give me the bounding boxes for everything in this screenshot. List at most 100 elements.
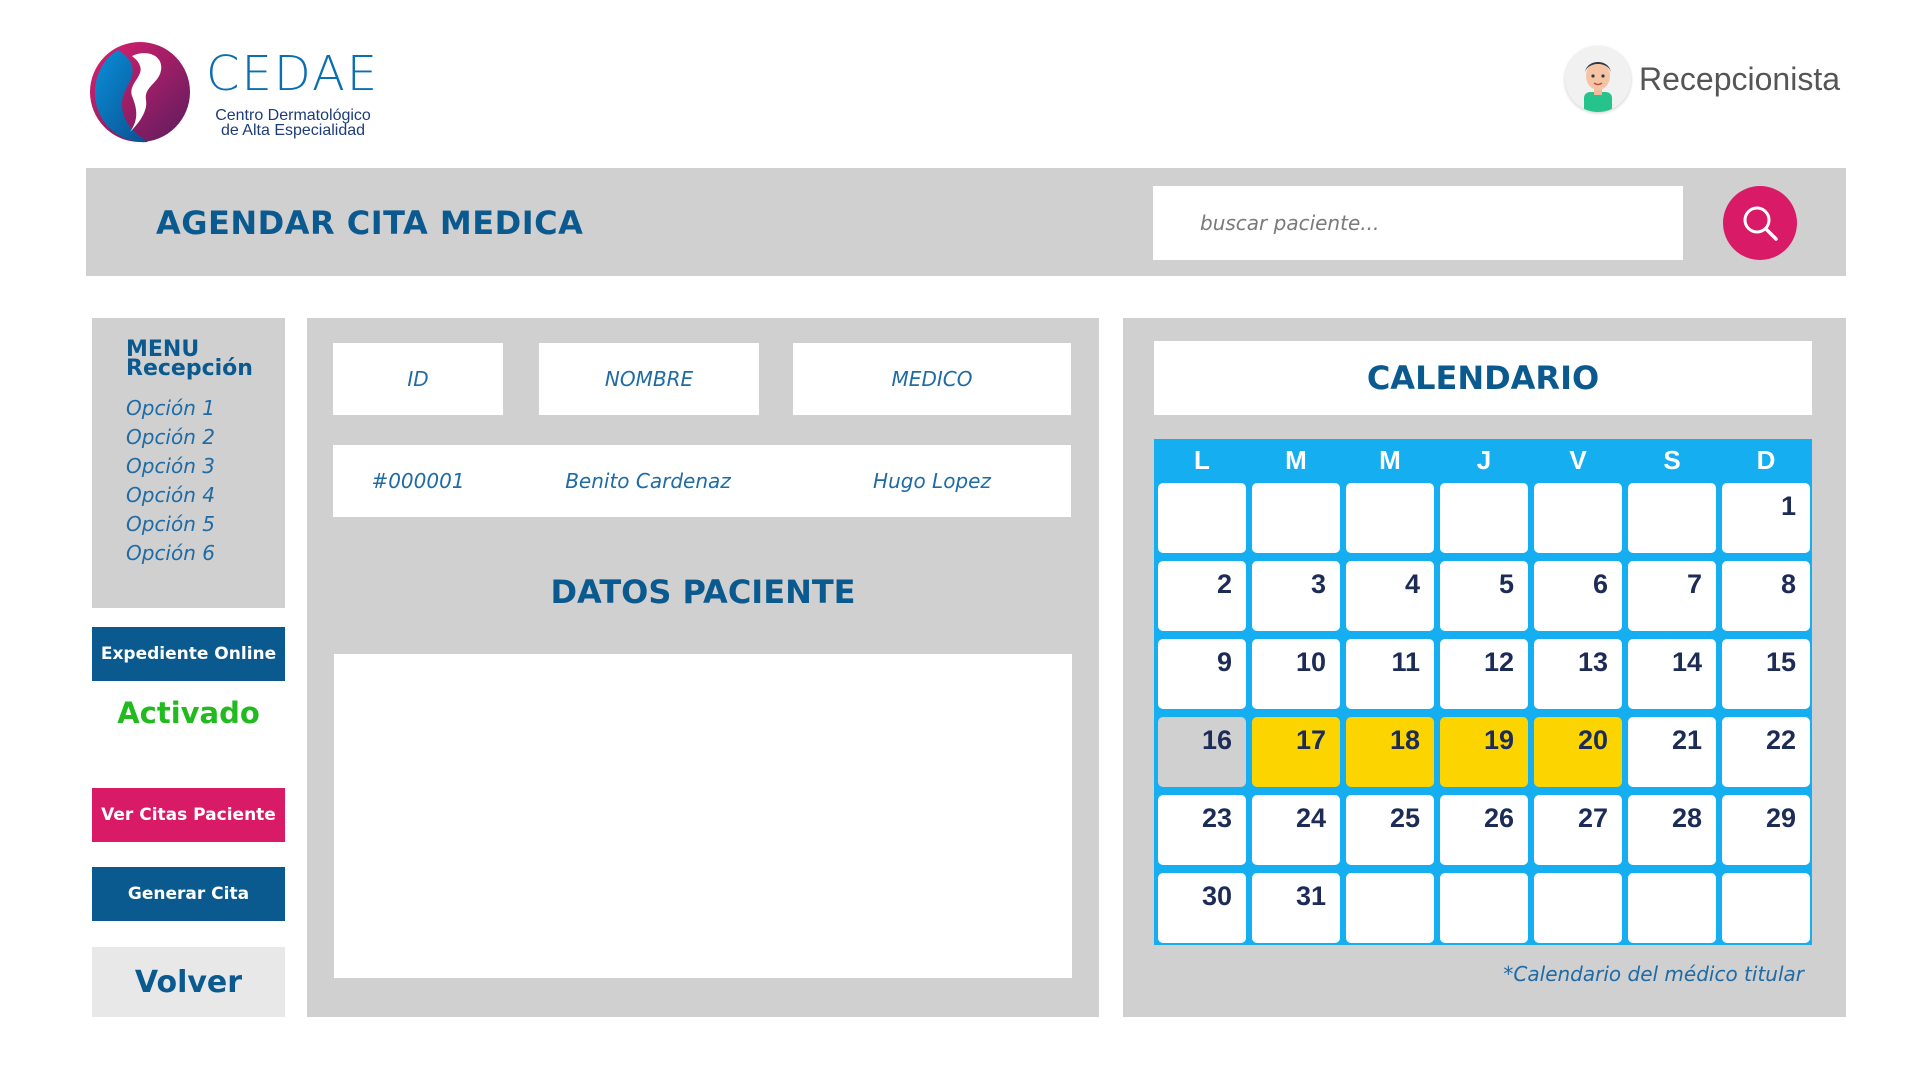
- calendar-empty-cell: [1346, 483, 1434, 553]
- calendar-day-number: 10: [1295, 647, 1326, 677]
- calendar-day-8[interactable]: 8: [1722, 561, 1810, 631]
- calendar-day-9[interactable]: 9: [1158, 639, 1246, 709]
- calendar-day-number: 20: [1577, 725, 1608, 755]
- calendar-day-3[interactable]: 3: [1252, 561, 1340, 631]
- menu-title: MENU Recepción: [126, 339, 285, 381]
- calendar-empty-cell: [1346, 873, 1434, 943]
- patient-id: #000001: [371, 469, 465, 493]
- brand-subtitle-line2: de Alta Especialidad: [220, 122, 366, 139]
- calendar-day-26[interactable]: 26: [1440, 795, 1528, 865]
- calendar-day-30[interactable]: 30: [1158, 873, 1246, 943]
- menu-item-option-2[interactable]: Opción 2: [126, 423, 285, 452]
- brand-subtitle-line1: Centro Dermatológico: [215, 107, 371, 124]
- calendar-day-number: 1: [1780, 491, 1796, 521]
- calendar-day-number: 21: [1671, 725, 1702, 755]
- calendar-day-25[interactable]: 25: [1346, 795, 1434, 865]
- calendar-weekday-1: M: [1285, 445, 1307, 475]
- calendar-day-1[interactable]: 1: [1722, 483, 1810, 553]
- menu-item-option-4[interactable]: Opción 4: [126, 481, 285, 510]
- calendar-day-number: 27: [1577, 803, 1608, 833]
- reception-menu: MENU Recepción Opción 1 Opción 2 Opción …: [92, 318, 285, 608]
- calendar-day-number: 3: [1310, 569, 1326, 599]
- calendar-day-15[interactable]: 15: [1722, 639, 1810, 709]
- calendar-day-28[interactable]: 28: [1628, 795, 1716, 865]
- calendar-day-31[interactable]: 31: [1252, 873, 1340, 943]
- search-input[interactable]: [1153, 186, 1683, 260]
- calendar-day-number: 19: [1483, 725, 1514, 755]
- calendar-day-10[interactable]: 10: [1252, 639, 1340, 709]
- brand-subtitle: Centro Dermatológico de Alta Especialida…: [198, 107, 388, 139]
- user-role-label: Recepcionista: [1639, 60, 1840, 97]
- calendar-day-27[interactable]: 27: [1534, 795, 1622, 865]
- column-header-id: ID: [333, 343, 503, 415]
- calendar-day-19[interactable]: 19: [1440, 717, 1528, 787]
- volver-button[interactable]: Volver: [92, 947, 285, 1017]
- calendar-empty-cell: [1534, 483, 1622, 553]
- menu-item-option-6[interactable]: Opción 6: [126, 539, 285, 568]
- calendar-empty-cell: [1158, 483, 1246, 553]
- calendar-day-number: 15: [1765, 647, 1796, 677]
- calendar-day-29[interactable]: 29: [1722, 795, 1810, 865]
- calendar-empty-cell: [1628, 483, 1716, 553]
- user-profile[interactable]: Recepcionista: [1565, 44, 1840, 114]
- generar-cita-button[interactable]: Generar Cita: [92, 867, 285, 921]
- patient-nombre: Benito Cardenaz: [565, 469, 731, 493]
- brand-name: CEDAE: [206, 46, 380, 102]
- calendar-day-22[interactable]: 22: [1722, 717, 1810, 787]
- menu-item-option-3[interactable]: Opción 3: [126, 452, 285, 481]
- calendar-grid: L M M J V S D 1 2 3 4 5 6 7 8 9 10 11 12 13 14 15 16 17 18 19 20 21…: [1154, 439, 1812, 945]
- calendar-day-number: 24: [1295, 803, 1326, 833]
- calendar-day-7[interactable]: 7: [1628, 561, 1716, 631]
- patient-panel: ID NOMBRE MEDICO #000001 Benito Cardenaz…: [307, 318, 1099, 1017]
- calendar-day-12[interactable]: 12: [1440, 639, 1528, 709]
- calendar-day-number: 8: [1780, 569, 1796, 599]
- calendar-day-number: 11: [1391, 647, 1420, 677]
- calendar-day-4[interactable]: 4: [1346, 561, 1434, 631]
- calendar-day-number: 13: [1577, 647, 1608, 677]
- search-icon: [1743, 206, 1778, 241]
- menu-item-option-1[interactable]: Opción 1: [126, 394, 285, 423]
- calendar-day-number: 30: [1201, 881, 1232, 911]
- calendar-day-5[interactable]: 5: [1440, 561, 1528, 631]
- calendar-day-number: 31: [1295, 881, 1326, 911]
- calendar-weekday-0: L: [1194, 445, 1210, 475]
- calendar-day-16[interactable]: 16: [1158, 717, 1246, 787]
- calendar-weekday-6: D: [1756, 445, 1776, 475]
- datos-paciente-box[interactable]: [334, 654, 1072, 978]
- column-header-nombre: NOMBRE: [539, 343, 759, 415]
- calendar-empty-cell: [1628, 873, 1716, 943]
- calendar-day-number: 26: [1483, 803, 1514, 833]
- calendar-day-23[interactable]: 23: [1158, 795, 1246, 865]
- calendar-day-17[interactable]: 17: [1252, 717, 1340, 787]
- cedae-logo-icon: [90, 42, 190, 143]
- calendar-note: *Calendario del médico titular: [1503, 962, 1804, 986]
- calendar-day-24[interactable]: 24: [1252, 795, 1340, 865]
- calendar-day-number: 29: [1765, 803, 1796, 833]
- user-avatar-icon[interactable]: [1565, 46, 1631, 112]
- calendar-empty-cell: [1440, 873, 1528, 943]
- patient-row[interactable]: #000001 Benito Cardenaz Hugo Lopez: [333, 445, 1071, 517]
- calendar-day-20[interactable]: 20: [1534, 717, 1622, 787]
- calendar-day-number: 5: [1498, 569, 1514, 599]
- ver-citas-paciente-button[interactable]: Ver Citas Paciente: [92, 788, 285, 842]
- calendar-weekday-5: S: [1663, 445, 1681, 475]
- calendar-day-number: 14: [1671, 647, 1702, 677]
- calendar-day-number: 9: [1216, 647, 1232, 677]
- menu-title-line2: Recepción: [126, 356, 253, 381]
- calendar-day-6[interactable]: 6: [1534, 561, 1622, 631]
- search-button[interactable]: [1723, 186, 1797, 260]
- expediente-online-button[interactable]: Expediente Online: [92, 627, 285, 681]
- calendar-day-21[interactable]: 21: [1628, 717, 1716, 787]
- calendar-day-11[interactable]: 11: [1346, 639, 1434, 709]
- calendar-empty-cell: [1722, 873, 1810, 943]
- calendar-weekday-2: M: [1379, 445, 1401, 475]
- column-header-medico: MEDICO: [793, 343, 1071, 415]
- calendar-day-13[interactable]: 13: [1534, 639, 1622, 709]
- calendar-day-number: 23: [1201, 803, 1232, 833]
- calendar-day-2[interactable]: 2: [1158, 561, 1246, 631]
- calendar-day-14[interactable]: 14: [1628, 639, 1716, 709]
- expediente-status: Activado: [117, 696, 260, 730]
- calendar-empty-cell: [1534, 873, 1622, 943]
- calendar-day-18[interactable]: 18: [1346, 717, 1434, 787]
- menu-item-option-5[interactable]: Opción 5: [126, 510, 285, 539]
